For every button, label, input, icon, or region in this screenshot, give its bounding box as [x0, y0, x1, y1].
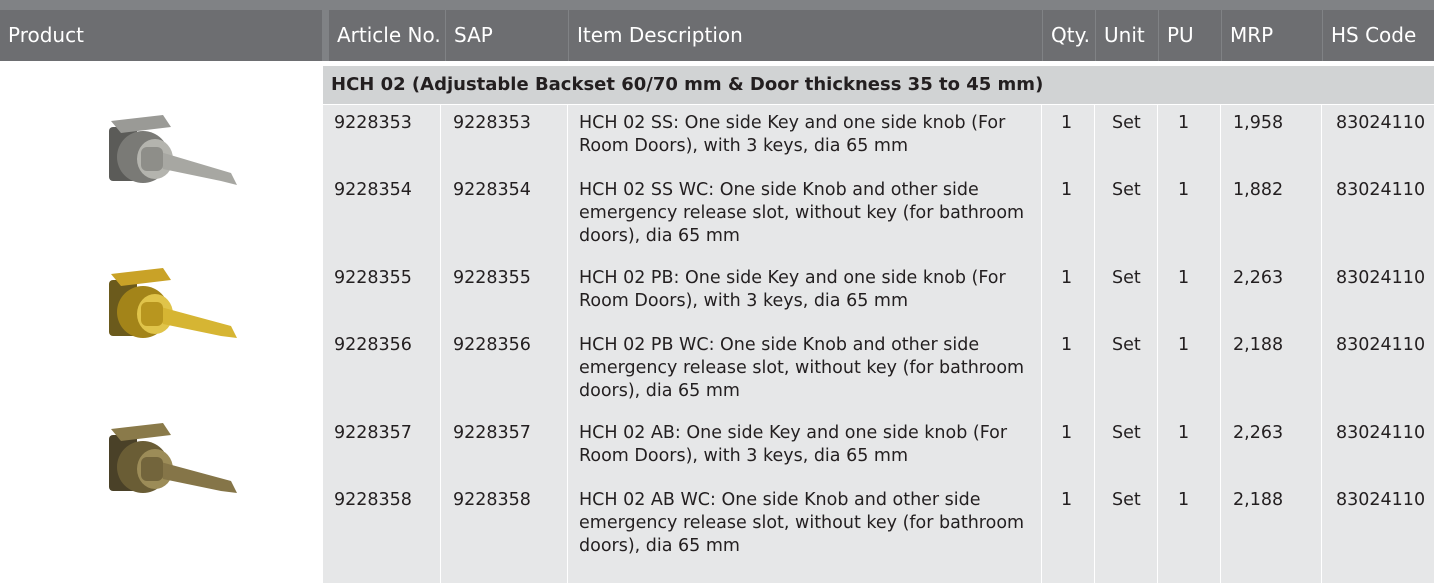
hs-code-cell: 83024110	[1336, 180, 1426, 200]
qty-cell: 1	[1061, 268, 1073, 288]
qty-cell: 1	[1061, 335, 1073, 355]
table-header: Product Article No. SAP Item Description…	[0, 0, 1434, 61]
unit-cell: Set	[1112, 268, 1141, 288]
description-cell: HCH 02 AB WC: One side Knob and other si…	[579, 490, 1025, 556]
sap-cell: 9228357	[453, 423, 531, 443]
qty-cell: 1	[1061, 180, 1073, 200]
pu-cell: 1	[1178, 423, 1190, 443]
price-list-page: Product Article No. SAP Item Description…	[0, 0, 1434, 583]
unit-cell: Set	[1112, 423, 1141, 443]
sap-cell: 9228356	[453, 335, 531, 355]
header-qty: Qty.	[1043, 10, 1095, 61]
sap-cell: 9228354	[453, 180, 531, 200]
mrp-cell: 1,958	[1233, 113, 1284, 133]
hs-code-cell: 83024110	[1336, 335, 1426, 355]
unit-cell: Set	[1112, 335, 1141, 355]
group-title: HCH 02 (Adjustable Backset 60/70 mm & Do…	[331, 74, 1044, 95]
qty-cell: 1	[1061, 490, 1073, 510]
unit-cell: Set	[1112, 180, 1141, 200]
article-no-cell: 9228357	[334, 423, 412, 443]
lever-lock-polished-brass-icon	[0, 256, 322, 356]
description-cell: HCH 02 AB: One side Key and one side kno…	[579, 423, 1008, 466]
lever-lock-antique-brass-icon	[0, 411, 322, 511]
hs-code-cell: 83024110	[1336, 268, 1426, 288]
mrp-cell: 1,882	[1233, 180, 1284, 200]
header-mrp: MRP	[1222, 10, 1322, 61]
article-no-cell: 9228354	[334, 180, 412, 200]
hs-code-cell: 83024110	[1336, 113, 1426, 133]
description-cell: HCH 02 SS: One side Key and one side kno…	[579, 113, 1006, 156]
pu-cell: 1	[1178, 268, 1190, 288]
product-column	[0, 61, 322, 583]
sap-cell: 9228353	[453, 113, 531, 133]
description-cell: HCH 02 PB WC: One side Knob and other si…	[579, 335, 1025, 401]
group-header-row: HCH 02 (Adjustable Backset 60/70 mm & Do…	[323, 66, 1434, 104]
header-item-description: Item Description	[569, 10, 1042, 61]
mrp-cell: 2,188	[1233, 490, 1284, 510]
unit-cell: Set	[1112, 113, 1141, 133]
header-product: Product	[0, 10, 322, 61]
article-no-cell: 9228358	[334, 490, 412, 510]
mrp-cell: 2,263	[1233, 268, 1284, 288]
mrp-cell: 2,188	[1233, 335, 1284, 355]
pu-cell: 1	[1178, 335, 1190, 355]
qty-cell: 1	[1061, 113, 1073, 133]
header-unit: Unit	[1096, 10, 1158, 61]
hs-code-cell: 83024110	[1336, 490, 1426, 510]
article-no-cell: 9228355	[334, 268, 412, 288]
pu-cell: 1	[1178, 490, 1190, 510]
pu-cell: 1	[1178, 113, 1190, 133]
header-hs-code: HS Code	[1323, 10, 1434, 61]
sap-cell: 9228358	[453, 490, 531, 510]
header-article-no: Article No.	[329, 10, 445, 61]
hs-code-cell: 83024110	[1336, 423, 1426, 443]
header-pu: PU	[1159, 10, 1221, 61]
article-no-cell: 9228353	[334, 113, 412, 133]
description-cell: HCH 02 SS WC: One side Knob and other si…	[579, 180, 1025, 246]
description-cell: HCH 02 PB: One side Key and one side kno…	[579, 268, 1006, 311]
pu-cell: 1	[1178, 180, 1190, 200]
qty-cell: 1	[1061, 423, 1073, 443]
mrp-cell: 2,263	[1233, 423, 1284, 443]
unit-cell: Set	[1112, 490, 1141, 510]
header-sap: SAP	[446, 10, 568, 61]
article-no-cell: 9228356	[334, 335, 412, 355]
sap-cell: 9228355	[453, 268, 531, 288]
lever-lock-satin-steel-icon	[0, 101, 322, 201]
